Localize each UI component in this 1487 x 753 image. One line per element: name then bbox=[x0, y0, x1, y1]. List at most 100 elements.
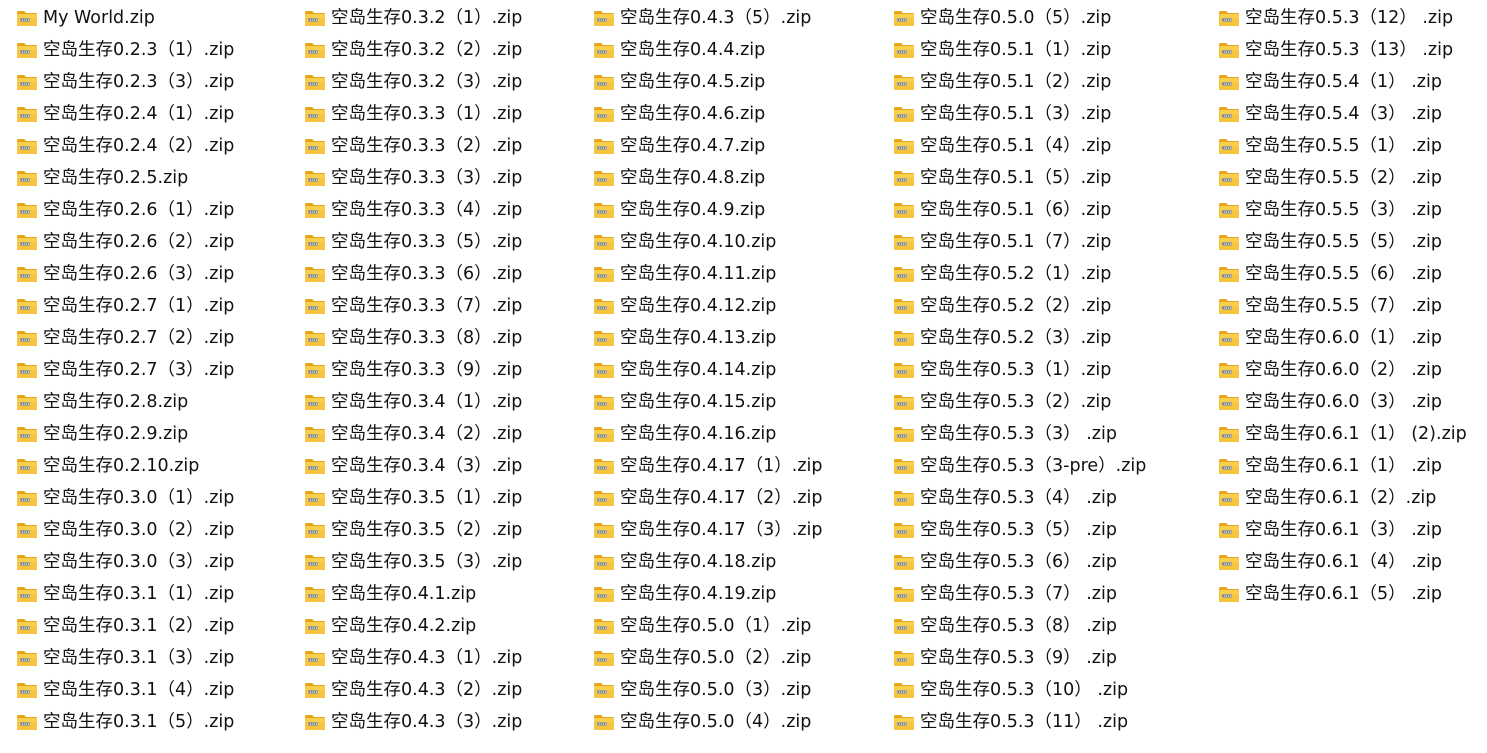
file-item[interactable]: 空岛生存0.4.4.zip bbox=[593, 34, 823, 66]
file-item[interactable]: 空岛生存0.2.4（1）.zip bbox=[16, 98, 234, 130]
file-item[interactable]: 空岛生存0.5.3（3-pre）.zip bbox=[893, 450, 1146, 482]
file-item[interactable]: 空岛生存0.2.6（2）.zip bbox=[16, 226, 234, 258]
file-item[interactable]: 空岛生存0.3.3（6）.zip bbox=[304, 258, 522, 290]
file-item[interactable]: 空岛生存0.3.1（2）.zip bbox=[16, 610, 234, 642]
file-item[interactable]: 空岛生存0.4.7.zip bbox=[593, 130, 823, 162]
file-item[interactable]: 空岛生存0.4.11.zip bbox=[593, 258, 823, 290]
file-item[interactable]: 空岛生存0.3.3（7）.zip bbox=[304, 290, 522, 322]
file-item[interactable]: 空岛生存0.3.1（3）.zip bbox=[16, 642, 234, 674]
file-item[interactable]: 空岛生存0.4.2.zip bbox=[304, 610, 522, 642]
file-item[interactable]: 空岛生存0.5.1（2）.zip bbox=[893, 66, 1146, 98]
file-item[interactable]: 空岛生存0.5.5（5） .zip bbox=[1218, 226, 1467, 258]
file-item[interactable]: 空岛生存0.3.3（2）.zip bbox=[304, 130, 522, 162]
file-item[interactable]: 空岛生存0.3.2（2）.zip bbox=[304, 34, 522, 66]
file-item[interactable]: 空岛生存0.5.3（11） .zip bbox=[893, 706, 1146, 738]
file-item[interactable]: 空岛生存0.5.3（8） .zip bbox=[893, 610, 1146, 642]
file-item[interactable]: 空岛生存0.4.3（1）.zip bbox=[304, 642, 522, 674]
file-item[interactable]: 空岛生存0.5.0（4）.zip bbox=[593, 706, 823, 738]
file-item[interactable]: 空岛生存0.5.0（1）.zip bbox=[593, 610, 823, 642]
file-item[interactable]: 空岛生存0.5.3（7） .zip bbox=[893, 578, 1146, 610]
file-item[interactable]: 空岛生存0.3.4（1）.zip bbox=[304, 386, 522, 418]
file-item[interactable]: 空岛生存0.3.4（3）.zip bbox=[304, 450, 522, 482]
file-item[interactable]: 空岛生存0.3.3（1）.zip bbox=[304, 98, 522, 130]
file-item[interactable]: 空岛生存0.5.5（6） .zip bbox=[1218, 258, 1467, 290]
file-item[interactable]: 空岛生存0.4.9.zip bbox=[593, 194, 823, 226]
file-item[interactable]: My World.zip bbox=[16, 2, 234, 34]
file-item[interactable]: 空岛生存0.5.0（2）.zip bbox=[593, 642, 823, 674]
file-item[interactable]: 空岛生存0.6.1（1） (2).zip bbox=[1218, 418, 1467, 450]
file-item[interactable]: 空岛生存0.4.10.zip bbox=[593, 226, 823, 258]
file-item[interactable]: 空岛生存0.4.5.zip bbox=[593, 66, 823, 98]
file-item[interactable]: 空岛生存0.2.10.zip bbox=[16, 450, 234, 482]
file-item[interactable]: 空岛生存0.4.19.zip bbox=[593, 578, 823, 610]
file-item[interactable]: 空岛生存0.5.5（3） .zip bbox=[1218, 194, 1467, 226]
file-item[interactable]: 空岛生存0.5.3（12） .zip bbox=[1218, 2, 1467, 34]
file-item[interactable]: 空岛生存0.3.1（4）.zip bbox=[16, 674, 234, 706]
file-item[interactable]: 空岛生存0.3.0（3）.zip bbox=[16, 546, 234, 578]
file-item[interactable]: 空岛生存0.5.1（4）.zip bbox=[893, 130, 1146, 162]
file-item[interactable]: 空岛生存0.2.7（2）.zip bbox=[16, 322, 234, 354]
file-item[interactable]: 空岛生存0.5.5（2） .zip bbox=[1218, 162, 1467, 194]
file-item[interactable]: 空岛生存0.4.13.zip bbox=[593, 322, 823, 354]
file-item[interactable]: 空岛生存0.6.1（4） .zip bbox=[1218, 546, 1467, 578]
file-item[interactable]: 空岛生存0.6.1（3） .zip bbox=[1218, 514, 1467, 546]
file-item[interactable]: 空岛生存0.4.6.zip bbox=[593, 98, 823, 130]
file-item[interactable]: 空岛生存0.5.3（10） .zip bbox=[893, 674, 1146, 706]
file-item[interactable]: 空岛生存0.4.17（3）.zip bbox=[593, 514, 823, 546]
file-item[interactable]: 空岛生存0.3.2（3）.zip bbox=[304, 66, 522, 98]
file-item[interactable]: 空岛生存0.5.0（5）.zip bbox=[893, 2, 1146, 34]
file-item[interactable]: 空岛生存0.2.9.zip bbox=[16, 418, 234, 450]
file-item[interactable]: 空岛生存0.2.8.zip bbox=[16, 386, 234, 418]
file-item[interactable]: 空岛生存0.3.3（9）.zip bbox=[304, 354, 522, 386]
file-item[interactable]: 空岛生存0.3.5（2）.zip bbox=[304, 514, 522, 546]
file-item[interactable]: 空岛生存0.4.8.zip bbox=[593, 162, 823, 194]
file-item[interactable]: 空岛生存0.5.4（1） .zip bbox=[1218, 66, 1467, 98]
file-item[interactable]: 空岛生存0.3.3（4）.zip bbox=[304, 194, 522, 226]
file-item[interactable]: 空岛生存0.2.6（3）.zip bbox=[16, 258, 234, 290]
file-item[interactable]: 空岛生存0.6.0（3） .zip bbox=[1218, 386, 1467, 418]
file-item[interactable]: 空岛生存0.3.3（3）.zip bbox=[304, 162, 522, 194]
file-item[interactable]: 空岛生存0.3.1（1）.zip bbox=[16, 578, 234, 610]
file-item[interactable]: 空岛生存0.4.3（5）.zip bbox=[593, 2, 823, 34]
file-item[interactable]: 空岛生存0.5.3（13） .zip bbox=[1218, 34, 1467, 66]
file-item[interactable]: 空岛生存0.3.0（2）.zip bbox=[16, 514, 234, 546]
file-item[interactable]: 空岛生存0.3.5（3）.zip bbox=[304, 546, 522, 578]
file-item[interactable]: 空岛生存0.3.1（5）.zip bbox=[16, 706, 234, 738]
file-item[interactable]: 空岛生存0.5.3（2）.zip bbox=[893, 386, 1146, 418]
file-item[interactable]: 空岛生存0.4.17（2）.zip bbox=[593, 482, 823, 514]
file-item[interactable]: 空岛生存0.3.3（5）.zip bbox=[304, 226, 522, 258]
file-item[interactable]: 空岛生存0.4.16.zip bbox=[593, 418, 823, 450]
file-item[interactable]: 空岛生存0.6.1（2）.zip bbox=[1218, 482, 1467, 514]
file-item[interactable]: 空岛生存0.6.0（1） .zip bbox=[1218, 322, 1467, 354]
file-item[interactable]: 空岛生存0.5.1（6）.zip bbox=[893, 194, 1146, 226]
file-item[interactable]: 空岛生存0.3.4（2）.zip bbox=[304, 418, 522, 450]
file-item[interactable]: 空岛生存0.5.3（6） .zip bbox=[893, 546, 1146, 578]
file-item[interactable]: 空岛生存0.6.0（2） .zip bbox=[1218, 354, 1467, 386]
file-item[interactable]: 空岛生存0.5.4（3） .zip bbox=[1218, 98, 1467, 130]
file-item[interactable]: 空岛生存0.5.3（5） .zip bbox=[893, 514, 1146, 546]
file-item[interactable]: 空岛生存0.4.1.zip bbox=[304, 578, 522, 610]
file-item[interactable]: 空岛生存0.2.3（3）.zip bbox=[16, 66, 234, 98]
file-item[interactable]: 空岛生存0.5.3（4） .zip bbox=[893, 482, 1146, 514]
file-item[interactable]: 空岛生存0.2.5.zip bbox=[16, 162, 234, 194]
file-item[interactable]: 空岛生存0.5.5（1） .zip bbox=[1218, 130, 1467, 162]
file-item[interactable]: 空岛生存0.5.1（5）.zip bbox=[893, 162, 1146, 194]
file-item[interactable]: 空岛生存0.3.2（1）.zip bbox=[304, 2, 522, 34]
file-item[interactable]: 空岛生存0.5.1（7）.zip bbox=[893, 226, 1146, 258]
file-item[interactable]: 空岛生存0.5.3（1）.zip bbox=[893, 354, 1146, 386]
file-item[interactable]: 空岛生存0.5.2（3）.zip bbox=[893, 322, 1146, 354]
file-item[interactable]: 空岛生存0.2.7（1）.zip bbox=[16, 290, 234, 322]
file-item[interactable]: 空岛生存0.3.0（1）.zip bbox=[16, 482, 234, 514]
file-item[interactable]: 空岛生存0.4.18.zip bbox=[593, 546, 823, 578]
file-item[interactable]: 空岛生存0.4.17（1）.zip bbox=[593, 450, 823, 482]
file-item[interactable]: 空岛生存0.2.6（1）.zip bbox=[16, 194, 234, 226]
file-item[interactable]: 空岛生存0.5.2（2）.zip bbox=[893, 290, 1146, 322]
file-item[interactable]: 空岛生存0.5.0（3）.zip bbox=[593, 674, 823, 706]
file-item[interactable]: 空岛生存0.5.5（7） .zip bbox=[1218, 290, 1467, 322]
file-item[interactable]: 空岛生存0.5.3（9） .zip bbox=[893, 642, 1146, 674]
file-item[interactable]: 空岛生存0.2.7（3）.zip bbox=[16, 354, 234, 386]
file-item[interactable]: 空岛生存0.5.3（3） .zip bbox=[893, 418, 1146, 450]
file-item[interactable]: 空岛生存0.4.12.zip bbox=[593, 290, 823, 322]
file-item[interactable]: 空岛生存0.4.3（3）.zip bbox=[304, 706, 522, 738]
file-item[interactable]: 空岛生存0.3.5（1）.zip bbox=[304, 482, 522, 514]
